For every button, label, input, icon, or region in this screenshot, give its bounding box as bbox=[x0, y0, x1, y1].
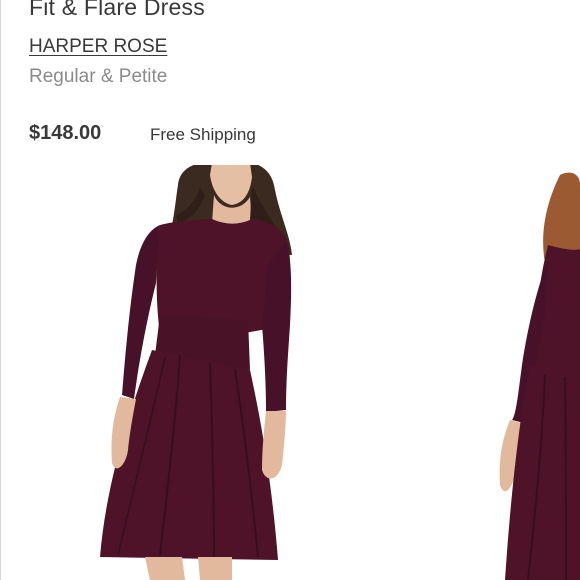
gallery-canvas bbox=[100, 165, 580, 580]
shipping-label: Free Shipping bbox=[150, 125, 256, 144]
dress-front-image[interactable] bbox=[100, 165, 292, 580]
brand-link[interactable]: HARPER ROSE bbox=[29, 36, 167, 58]
product-page: Fit & Flare Dress HARPER ROSE Regular & … bbox=[0, 0, 580, 580]
product-title: Fit & Flare Dress bbox=[29, 0, 205, 20]
size-range-label: Regular & Petite bbox=[29, 66, 168, 87]
dress-side-image-partial[interactable] bbox=[499, 172, 580, 580]
product-price: $148.00 bbox=[29, 122, 102, 144]
product-image-gallery[interactable] bbox=[0, 165, 580, 580]
